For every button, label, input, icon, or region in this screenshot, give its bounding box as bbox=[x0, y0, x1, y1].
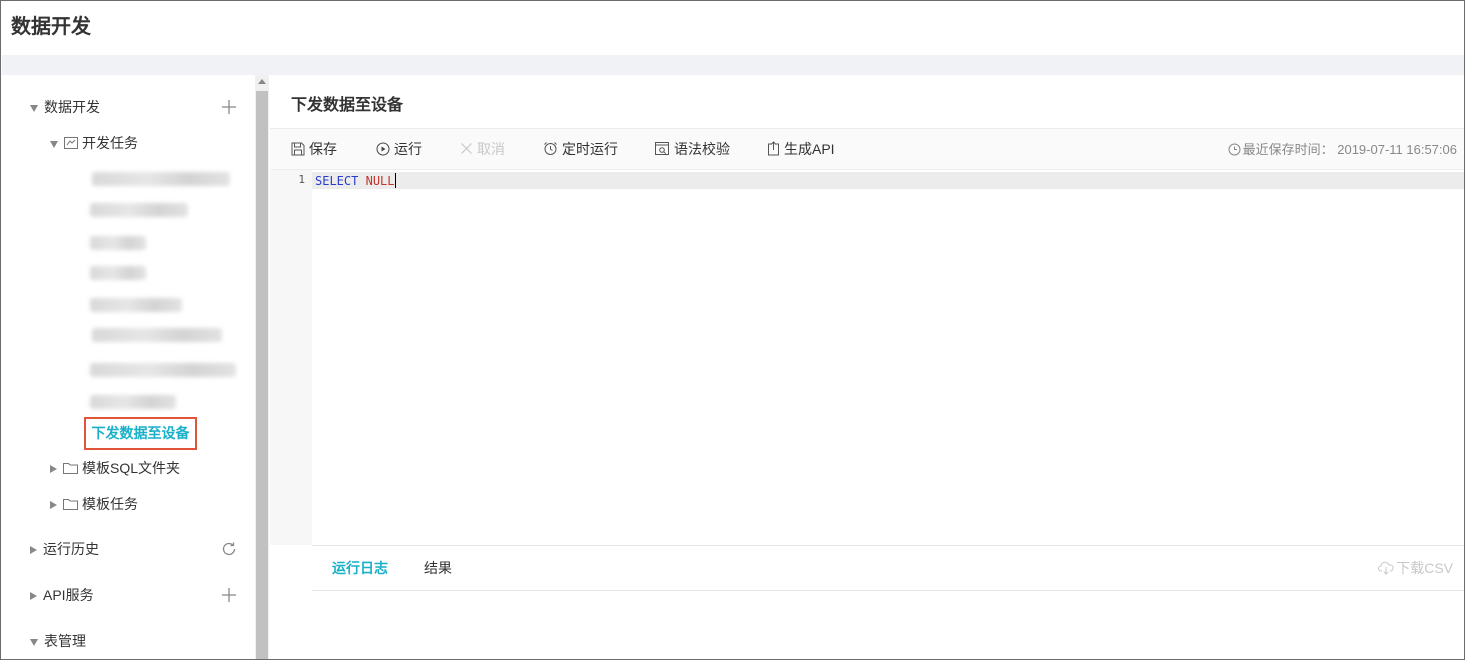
task-folder-icon bbox=[64, 137, 78, 150]
clock-icon bbox=[1228, 143, 1241, 156]
editor-toolbar: 保存 运行 取消 定时运行 语法校验 生成API 最近保存时间： 2019-07… bbox=[270, 128, 1464, 170]
download-label: 下载CSV bbox=[1396, 560, 1453, 576]
tree-item-label: 表管理 bbox=[44, 633, 86, 649]
app-window: 数据开发 数据开发 开发任务 下发数据至设备 模板SQL文件夹 模板任务 运行历… bbox=[0, 0, 1465, 660]
redacted-file-item[interactable] bbox=[90, 363, 236, 377]
redacted-file-item[interactable] bbox=[90, 266, 146, 280]
save-button[interactable]: 保存 bbox=[291, 129, 337, 170]
plus-icon[interactable] bbox=[221, 99, 237, 115]
syntax-check-button[interactable]: 语法校验 bbox=[655, 129, 730, 170]
code-line[interactable]: SELECT NULL bbox=[315, 173, 396, 188]
sql-editor[interactable]: SELECT NULL bbox=[312, 170, 1464, 545]
output-panel: 运行日志 结果 下载CSV bbox=[312, 545, 1464, 659]
generate-api-button[interactable]: 生成API bbox=[767, 129, 835, 170]
caret-down-icon bbox=[30, 104, 38, 112]
generate-api-label: 生成API bbox=[784, 141, 835, 157]
line-number: 1 bbox=[298, 173, 305, 186]
run-button[interactable]: 运行 bbox=[376, 129, 422, 170]
page-title: 数据开发 bbox=[11, 16, 91, 38]
redacted-file-item[interactable] bbox=[90, 395, 176, 409]
tree-item-data-dev[interactable]: 数据开发 bbox=[30, 95, 100, 119]
tree-item-label: API服务 bbox=[43, 587, 94, 603]
tree-item-label: 模板SQL文件夹 bbox=[82, 460, 181, 476]
cancel-button[interactable]: 取消 bbox=[460, 129, 505, 170]
tree-item-label: 模板任务 bbox=[82, 496, 138, 512]
close-icon bbox=[461, 143, 472, 155]
sql-keyword: SELECT bbox=[315, 174, 359, 188]
tree-item-api-service[interactable]: API服务 bbox=[30, 583, 94, 607]
redacted-file-item[interactable] bbox=[90, 236, 146, 250]
tree-item-table-mgmt[interactable]: 表管理 bbox=[30, 629, 86, 653]
alarm-clock-icon bbox=[544, 142, 557, 156]
download-csv-button[interactable]: 下载CSV bbox=[1378, 546, 1453, 591]
redacted-file-item[interactable] bbox=[90, 203, 188, 217]
upload-icon bbox=[768, 141, 779, 156]
save-icon bbox=[291, 142, 305, 156]
tree-item-template-tasks[interactable]: 模板任务 bbox=[50, 492, 138, 516]
main-panel: 下发数据至设备 保存 运行 取消 定时运行 语法校验 生成API 最近保存时间：… bbox=[270, 75, 1464, 659]
script-title: 下发数据至设备 bbox=[291, 97, 404, 114]
syntax-check-label: 语法校验 bbox=[674, 141, 730, 157]
folder-icon bbox=[63, 499, 78, 511]
caret-right-icon bbox=[30, 592, 37, 601]
tree-item-dev-tasks[interactable]: 开发任务 bbox=[50, 131, 138, 155]
tree-item-template-sql[interactable]: 模板SQL文件夹 bbox=[50, 456, 180, 480]
text-cursor bbox=[394, 173, 396, 188]
sql-null-literal: NULL bbox=[365, 174, 395, 188]
scroll-thumb[interactable] bbox=[256, 91, 268, 659]
cloud-download-icon bbox=[1378, 561, 1394, 575]
tab-run-log[interactable]: 运行日志 bbox=[332, 546, 388, 591]
caret-down-icon bbox=[50, 140, 58, 148]
save-label: 保存 bbox=[309, 141, 337, 157]
redacted-file-item[interactable] bbox=[92, 328, 222, 342]
play-circle-icon bbox=[376, 142, 390, 156]
sidebar-scrollbar[interactable] bbox=[255, 75, 269, 659]
selected-file-item[interactable]: 下发数据至设备 bbox=[84, 417, 197, 450]
redacted-file-item[interactable] bbox=[90, 298, 182, 312]
sidebar: 数据开发 开发任务 下发数据至设备 模板SQL文件夹 模板任务 运行历史 API… bbox=[10, 75, 255, 659]
caret-right-icon bbox=[50, 501, 57, 510]
caret-down-icon bbox=[30, 638, 38, 646]
last-saved-time: 最近保存时间： 2019-07-11 16:57:06 bbox=[1228, 129, 1457, 170]
tree-item-label: 运行历史 bbox=[43, 541, 99, 557]
folder-icon bbox=[63, 463, 78, 475]
schedule-run-button[interactable]: 定时运行 bbox=[543, 129, 618, 170]
plus-icon[interactable] bbox=[221, 587, 237, 603]
header-divider bbox=[2, 55, 1464, 75]
tree-item-label: 开发任务 bbox=[82, 135, 138, 151]
run-label: 运行 bbox=[394, 141, 422, 157]
last-saved-text: 最近保存时间： 2019-07-11 16:57:06 bbox=[1242, 142, 1457, 157]
tab-results[interactable]: 结果 bbox=[424, 546, 452, 591]
active-line-highlight bbox=[312, 172, 1464, 189]
refresh-icon[interactable] bbox=[221, 541, 237, 557]
caret-right-icon bbox=[50, 465, 57, 474]
syntax-check-icon bbox=[655, 141, 669, 155]
caret-right-icon bbox=[30, 546, 37, 555]
redacted-file-item[interactable] bbox=[92, 172, 230, 186]
tree-item-run-history[interactable]: 运行历史 bbox=[30, 537, 99, 561]
line-gutter: 1 bbox=[270, 170, 312, 545]
cancel-label: 取消 bbox=[477, 141, 505, 157]
output-tabs: 运行日志 结果 下载CSV bbox=[312, 546, 1464, 591]
tree-item-label: 数据开发 bbox=[44, 99, 100, 115]
scroll-up-icon[interactable] bbox=[258, 79, 266, 84]
schedule-label: 定时运行 bbox=[562, 141, 618, 157]
